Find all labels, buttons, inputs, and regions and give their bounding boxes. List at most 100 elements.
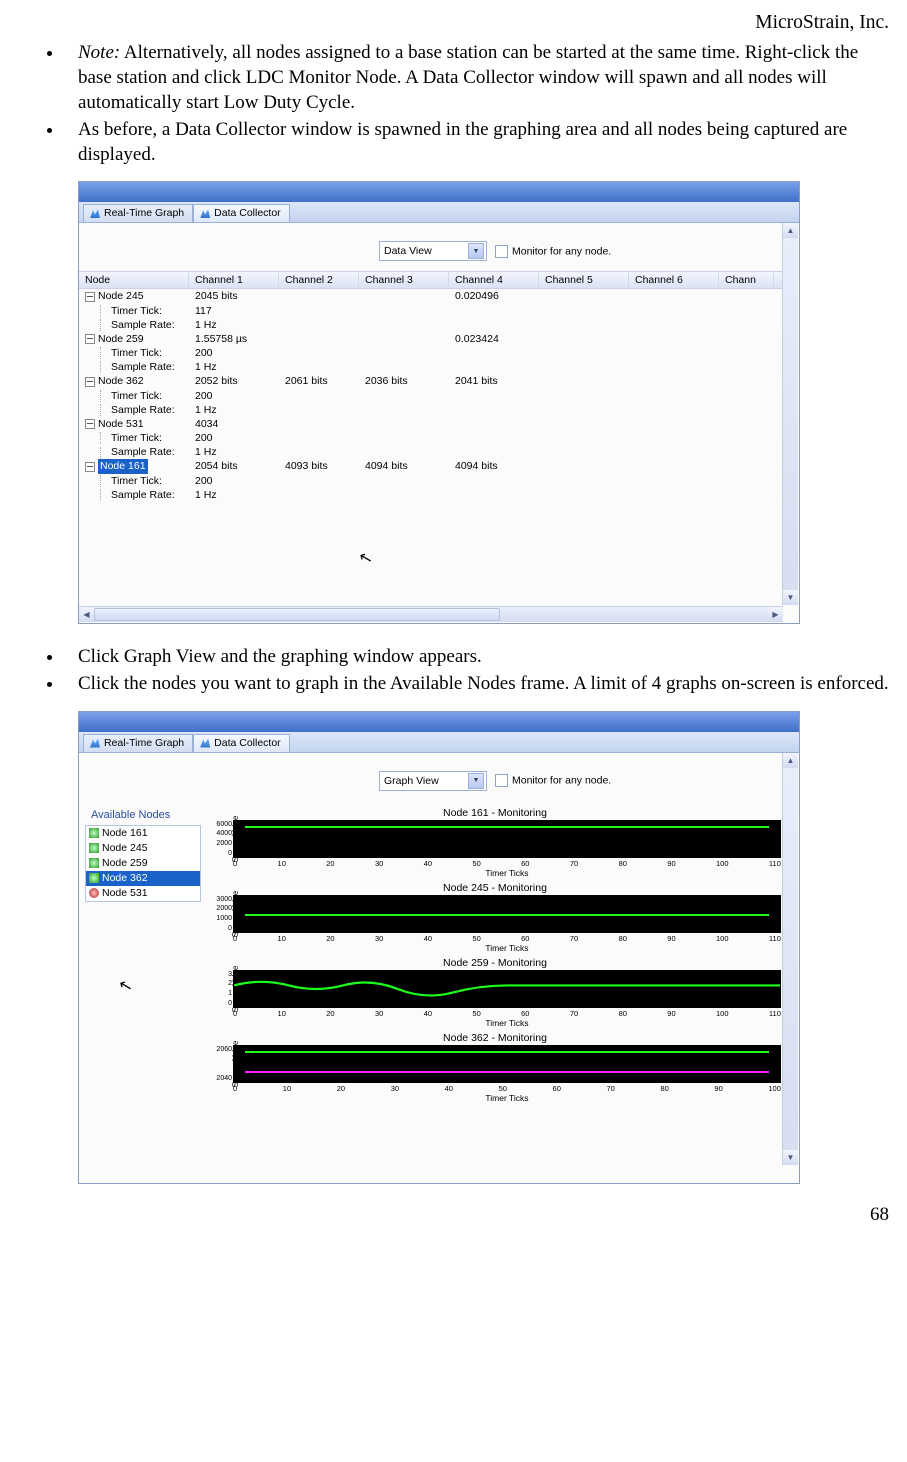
available-node-item[interactable]: Node 362 [86,871,200,886]
tab-collector-label: Data Collector [214,737,281,749]
monitor-checkbox-label[interactable]: Monitor for any node. [495,774,611,787]
y-axis-label: Sweep Value [231,815,240,862]
window-titlebar[interactable] [79,712,799,732]
col-node[interactable]: Node [79,272,189,288]
available-node-item[interactable]: Node 161 [86,826,200,841]
cell-ch3 [359,417,449,431]
available-node-item[interactable]: Node 245 [86,841,200,856]
node-label: Node 161 [102,826,148,841]
node-status-icon [89,843,99,853]
chart-title: Node 245 - Monitoring [209,882,781,894]
col-ch1[interactable]: Channel 1 [189,272,279,288]
available-node-item[interactable]: Node 531 [86,886,200,901]
scroll-down-icon[interactable]: ▼ [783,590,798,605]
tree-node[interactable]: Node 259 [79,332,189,346]
view-dropdown[interactable]: Graph View ▼ [379,771,487,791]
cell-ch4: 0.020496 [449,289,539,303]
cell-sr: 1 Hz [189,403,279,417]
tree-timer-tick: Timer Tick: [79,304,189,318]
monitor-text: Monitor for any node. [512,245,611,257]
cell-ch2: 4093 bits [279,459,359,473]
window-titlebar[interactable] [79,182,799,202]
available-nodes-title: Available Nodes [91,809,203,821]
page-number: 68 [18,1204,889,1226]
tree-sample-rate: Sample Rate: [79,403,189,417]
chart-plot[interactable]: Sweep Value20602040 [233,1045,781,1083]
cell-ch4 [449,417,539,431]
cell-ch3: 4094 bits [359,459,449,473]
window-body: ▲ ▼ Data View ▼ Monitor for any node. No… [79,223,799,623]
col-ch6[interactable]: Channel 6 [629,272,719,288]
h-scroll-thumb[interactable] [94,608,500,621]
charts-panel: Node 161 - MonitoringSweep Value60004000… [207,801,799,1113]
col-ch7[interactable]: Chann [719,272,774,288]
scroll-left-icon[interactable]: ◀ [79,607,94,622]
cell-ch4: 4094 bits [449,459,539,473]
chart-title: Node 362 - Monitoring [209,1032,781,1044]
collapse-icon[interactable] [85,292,95,302]
monitor-checkbox-label[interactable]: Monitor for any node. [495,245,611,258]
scroll-up-icon[interactable]: ▲ [783,753,798,768]
tabs-row: Real-Time Graph Data Collector [79,732,799,753]
node-label: Node 259 [102,856,148,871]
view-dropdown-value: Data View [384,245,432,257]
available-node-item[interactable]: Node 259 [86,856,200,871]
vertical-scrollbar[interactable]: ▲ ▼ [782,753,798,1165]
cell-sr: 1 Hz [189,360,279,374]
tab-data-collector[interactable]: Data Collector [193,204,290,222]
tree-timer-tick: Timer Tick: [79,431,189,445]
col-ch3[interactable]: Channel 3 [359,272,449,288]
tab-realtime-label: Real-Time Graph [104,737,184,749]
cell-ch3 [359,332,449,346]
cell-ch1: 4034 [189,417,279,431]
tree-node[interactable]: Node 531 [79,417,189,431]
collapse-icon[interactable] [85,334,95,344]
chart-plot[interactable]: Sweep Value3210 [233,970,781,1008]
horizontal-scrollbar[interactable]: ◀ ▶ [79,606,783,622]
cell-tt: 200 [189,474,279,488]
tab-realtime-graph[interactable]: Real-Time Graph [83,734,193,752]
data-collector-window: Real-Time Graph Data Collector ▲ ▼ Data … [78,181,800,624]
node-label: Node 531 [102,886,148,901]
tree-node[interactable]: Node 161 [79,459,189,473]
cell-ch1: 2054 bits [189,459,279,473]
cell-ch1: 1.55758 µs [189,332,279,346]
scroll-right-icon[interactable]: ▶ [768,607,783,622]
chart-plot[interactable]: Sweep Value6000400020000 [233,820,781,858]
col-ch4[interactable]: Channel 4 [449,272,539,288]
chevron-down-icon[interactable]: ▼ [468,243,484,259]
tab-data-collector[interactable]: Data Collector [193,734,290,752]
y-ticks: 3000200010000 [214,896,232,932]
vertical-scrollbar[interactable]: ▲ ▼ [782,223,798,605]
x-axis-label: Timer Ticks [233,1093,781,1103]
tree-node[interactable]: Node 245 [79,289,189,303]
node-status-icon [89,888,99,898]
col-ch5[interactable]: Channel 5 [539,272,629,288]
tree-node[interactable]: Node 362 [79,374,189,388]
cell-ch3 [359,289,449,303]
cell-tt: 117 [189,304,279,318]
chevron-down-icon[interactable]: ▼ [468,773,484,789]
available-nodes-list: Node 161Node 245Node 259Node 362Node 531 [85,825,201,902]
company-header: MicroStrain, Inc. [18,12,889,34]
view-dropdown[interactable]: Data View ▼ [379,241,487,261]
tab-realtime-graph[interactable]: Real-Time Graph [83,204,193,222]
y-ticks: 3210 [214,971,232,1007]
chart-plot[interactable]: Sweep Value3000200010000 [233,895,781,933]
collapse-icon[interactable] [85,419,95,429]
scroll-down-icon[interactable]: ▼ [783,1150,798,1165]
monitor-checkbox[interactable] [495,245,508,258]
graph-icon [200,208,210,218]
scroll-up-icon[interactable]: ▲ [783,223,798,238]
col-ch2[interactable]: Channel 2 [279,272,359,288]
y-axis-label: Sweep Value [231,890,240,937]
h-scroll-track[interactable] [94,607,768,622]
chart: Node 161 - MonitoringSweep Value60004000… [209,807,781,878]
x-ticks: 0102030405060708090100110 [233,933,781,943]
cell-tt: 200 [189,346,279,360]
monitor-checkbox[interactable] [495,774,508,787]
available-nodes-panel: Available Nodes Node 161Node 245Node 259… [79,801,207,1113]
collapse-icon[interactable] [85,462,95,472]
view-dropdown-value: Graph View [384,775,439,787]
collapse-icon[interactable] [85,377,95,387]
